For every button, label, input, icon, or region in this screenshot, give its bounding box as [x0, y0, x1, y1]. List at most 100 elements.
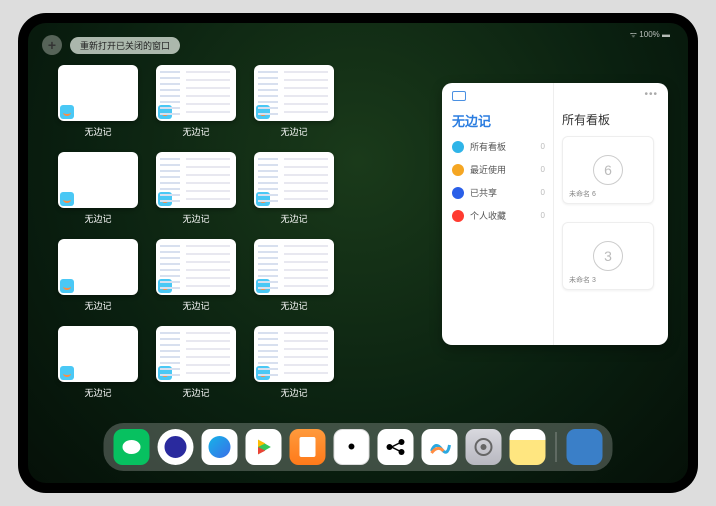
window-tile[interactable]: 无边记: [58, 239, 138, 312]
freeform-app-icon: [158, 192, 172, 206]
window-tile[interactable]: 无边记: [58, 326, 138, 399]
window-label: 无边记: [84, 299, 111, 312]
board-name: 未命名 6: [569, 189, 596, 199]
window-label: 无边记: [280, 386, 307, 399]
window-thumbnail: [58, 326, 138, 382]
window-label: 无边记: [182, 299, 209, 312]
window-label: 无边记: [182, 212, 209, 225]
freeform-app-icon: [256, 279, 270, 293]
window-thumbnail: [156, 326, 236, 382]
window-label: 无边记: [280, 212, 307, 225]
freeform-app-icon: [158, 279, 172, 293]
ipad-frame: ᯤ 100% ▬ + 重新打开已关闭的窗口 无边记无边记无边记无边记无边记无边记…: [18, 13, 698, 493]
reopen-closed-window-button[interactable]: 重新打开已关闭的窗口: [70, 37, 180, 54]
window-thumbnail: [156, 152, 236, 208]
window-label: 无边记: [182, 125, 209, 138]
add-window-button[interactable]: +: [42, 35, 62, 55]
window-label: 无边记: [84, 386, 111, 399]
battery-icon: ▬: [662, 30, 670, 39]
topbar: + 重新打开已关闭的窗口: [42, 35, 180, 55]
sidebar-item-label: 已共享: [470, 186, 497, 199]
window-label: 无边记: [280, 125, 307, 138]
window-tile[interactable]: 无边记: [254, 239, 334, 312]
sidebar-item-label: 最近使用: [470, 163, 506, 176]
window-tile[interactable]: 无边记: [254, 326, 334, 399]
books-app-icon[interactable]: [290, 429, 326, 465]
window-label: 无边记: [84, 125, 111, 138]
freeform-app-icon: [60, 279, 74, 293]
sidebar-item-count: 0: [541, 165, 545, 174]
window-tile[interactable]: 无边记: [156, 152, 236, 225]
panel-title: 无边记: [452, 111, 545, 130]
freeform-app-icon: [158, 105, 172, 119]
freeform-panel[interactable]: ••• 无边记 所有看板 0 最近使用 0 已共享 0 个人收藏 0 所有看板 6 未命名 6 3…: [442, 83, 668, 345]
window-tile[interactable]: 无边记: [58, 65, 138, 138]
window-thumbnail: [58, 65, 138, 121]
more-icon[interactable]: •••: [644, 89, 658, 100]
heart-icon: [452, 210, 464, 222]
panel-sidebar: 无边记 所有看板 0 最近使用 0 已共享 0 个人收藏 0: [442, 83, 554, 345]
screen: ᯤ 100% ▬ + 重新打开已关闭的窗口 无边记无边记无边记无边记无边记无边记…: [28, 23, 688, 483]
browser-app-icon[interactable]: [158, 429, 194, 465]
connect-app-icon[interactable]: [378, 429, 414, 465]
window-thumbnail: [254, 239, 334, 295]
sidebar-item-count: 0: [541, 211, 545, 220]
sidebar-item[interactable]: 所有看板 0: [452, 140, 545, 153]
board-card[interactable]: 3 未命名 3: [562, 222, 654, 290]
sidebar-item-count: 0: [541, 188, 545, 197]
sidebar-item-label: 个人收藏: [470, 209, 506, 222]
board-preview: 3: [593, 241, 623, 271]
clock-icon: [452, 164, 464, 176]
freeform-app-icon: [60, 105, 74, 119]
window-tile[interactable]: 无边记: [156, 239, 236, 312]
sidebar-item[interactable]: 个人收藏 0: [452, 209, 545, 222]
notes-app-icon[interactable]: [510, 429, 546, 465]
battery-text: 100%: [639, 30, 659, 39]
panel-app-icon: [452, 91, 466, 101]
play-app-icon[interactable]: [246, 429, 282, 465]
freeform-app-icon[interactable]: [422, 429, 458, 465]
status-bar: ᯤ 100% ▬: [630, 29, 670, 40]
board-preview: 6: [593, 155, 623, 185]
freeform-app-icon: [256, 105, 270, 119]
share-icon: [452, 187, 464, 199]
window-thumbnail: [156, 239, 236, 295]
window-tile[interactable]: 无边记: [156, 326, 236, 399]
panel-content: 所有看板 6 未命名 6 3 未命名 3: [554, 83, 668, 345]
wifi-icon: ᯤ: [630, 30, 637, 39]
panel-right-title: 所有看板: [562, 111, 660, 128]
sidebar-item[interactable]: 最近使用 0: [452, 163, 545, 176]
board-card[interactable]: 6 未命名 6: [562, 136, 654, 204]
dock: [104, 423, 613, 471]
window-thumbnail: [156, 65, 236, 121]
window-tile[interactable]: 无边记: [254, 152, 334, 225]
freeform-app-icon: [60, 366, 74, 380]
sidebar-item-label: 所有看板: [470, 140, 506, 153]
window-thumbnail: [58, 239, 138, 295]
freeform-app-icon: [256, 366, 270, 380]
window-tile[interactable]: 无边记: [58, 152, 138, 225]
window-thumbnail: [254, 326, 334, 382]
freeform-app-icon: [256, 192, 270, 206]
sidebar-item[interactable]: 已共享 0: [452, 186, 545, 199]
window-thumbnail: [254, 65, 334, 121]
freeform-app-icon: [60, 192, 74, 206]
app-windows-grid: 无边记无边记无边记无边记无边记无边记无边记无边记无边记无边记无边记无边记: [58, 65, 428, 399]
grid-icon: [452, 141, 464, 153]
window-tile[interactable]: 无边记: [156, 65, 236, 138]
board-name: 未命名 3: [569, 275, 596, 285]
sidebar-item-count: 0: [541, 142, 545, 151]
freeform-app-icon: [158, 366, 172, 380]
dock-separator: [556, 432, 557, 462]
wechat-app-icon[interactable]: [114, 429, 150, 465]
dice-app-icon[interactable]: [334, 429, 370, 465]
qq-app-icon[interactable]: [202, 429, 238, 465]
window-label: 无边记: [280, 299, 307, 312]
window-thumbnail: [254, 152, 334, 208]
window-label: 无边记: [84, 212, 111, 225]
window-thumbnail: [58, 152, 138, 208]
window-label: 无边记: [182, 386, 209, 399]
settings-app-icon[interactable]: [466, 429, 502, 465]
window-tile[interactable]: 无边记: [254, 65, 334, 138]
app-library-icon[interactable]: [567, 429, 603, 465]
